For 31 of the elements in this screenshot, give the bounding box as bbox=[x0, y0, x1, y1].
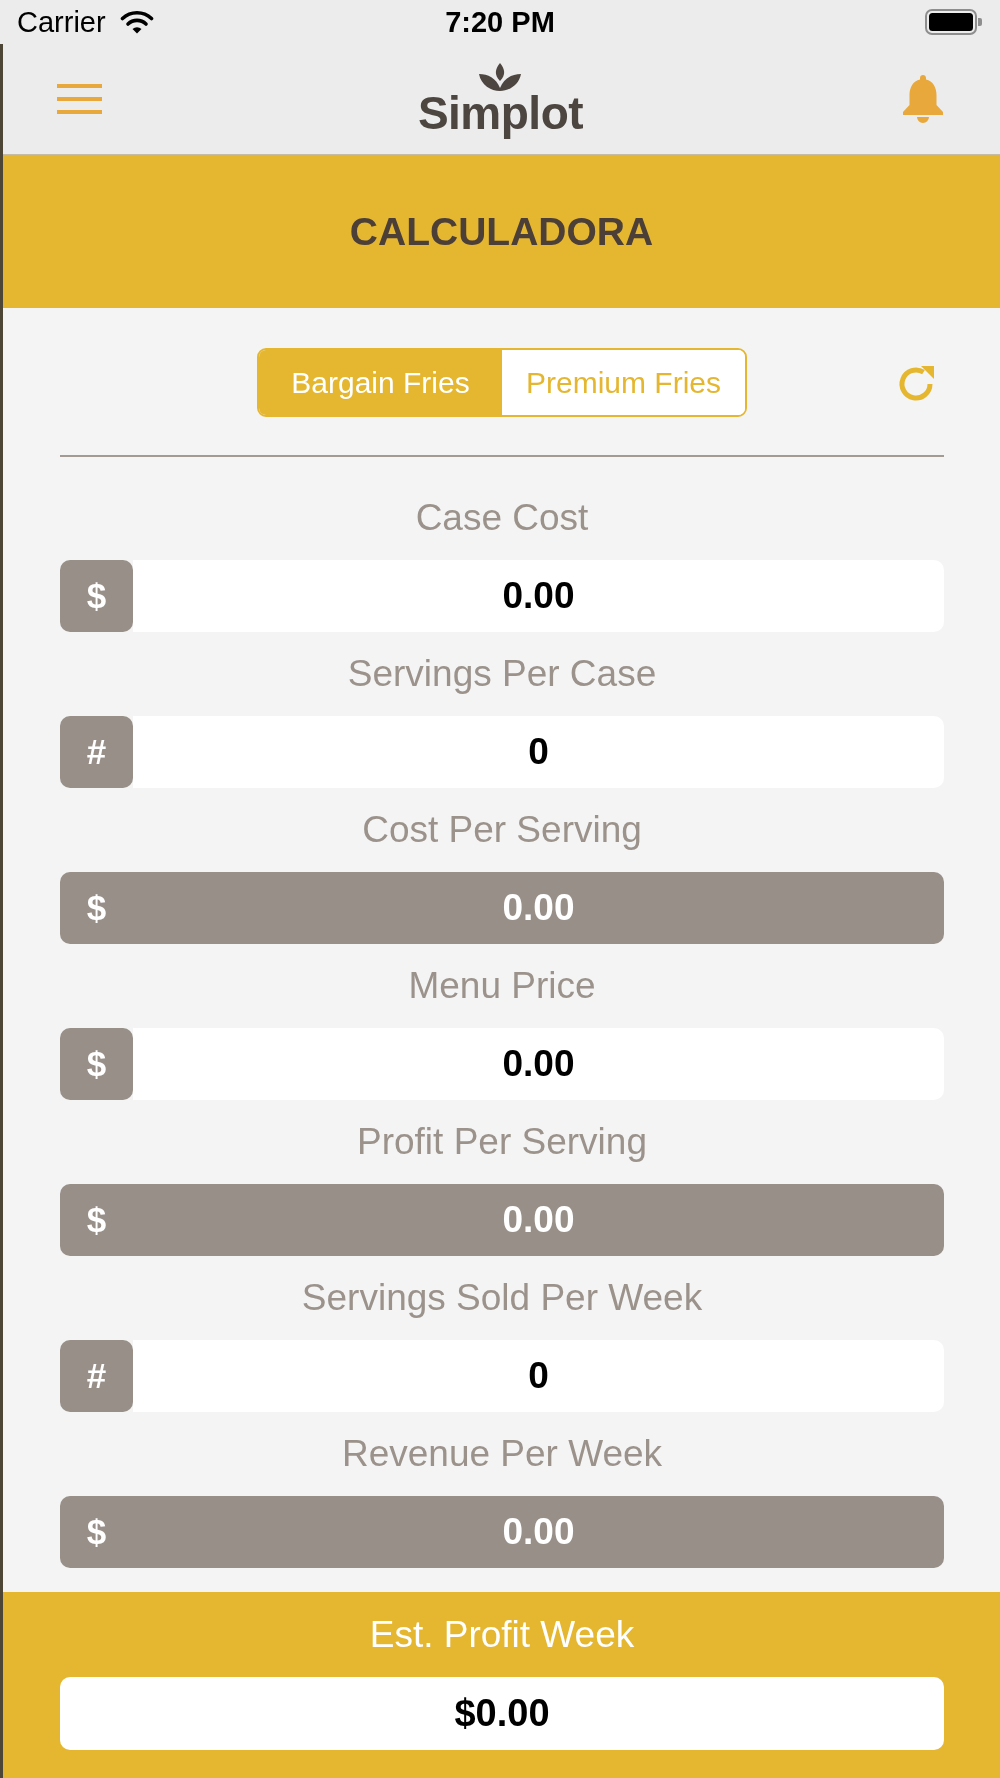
unit-prefix: $ bbox=[60, 1028, 133, 1100]
sprout-icon bbox=[478, 63, 523, 91]
input-field[interactable]: 0 bbox=[133, 1340, 944, 1412]
result-value: 0.00 bbox=[501, 1510, 576, 1554]
page-title: CALCULADORA bbox=[349, 209, 654, 254]
field-label: Case Cost bbox=[415, 497, 589, 539]
menu-icon[interactable] bbox=[57, 84, 102, 114]
total-value: $0.00 bbox=[60, 1677, 944, 1750]
field-label: Profit Per Serving bbox=[357, 1121, 647, 1163]
unit-prefix: $ bbox=[85, 887, 108, 929]
field-label: Servings Sold Per Week bbox=[301, 1277, 703, 1319]
wifi-icon bbox=[119, 10, 154, 34]
field-label: Cost Per Serving bbox=[362, 809, 642, 851]
clock-time: 7:20 PM bbox=[445, 5, 555, 39]
input-field[interactable]: 0.00 bbox=[133, 560, 944, 632]
total-label: Est. Profit Week bbox=[369, 1614, 635, 1656]
result-value: 0.00 bbox=[501, 886, 576, 930]
input-field[interactable]: 0.00 bbox=[133, 1028, 944, 1100]
input-field[interactable]: 0 bbox=[133, 716, 944, 788]
field-label: Menu Price bbox=[408, 965, 596, 1007]
unit-prefix: # bbox=[60, 716, 133, 788]
field-label: Revenue Per Week bbox=[341, 1433, 663, 1475]
carrier-label: Carrier bbox=[17, 5, 106, 39]
unit-prefix: $ bbox=[85, 1511, 108, 1553]
unit-prefix: # bbox=[60, 1340, 133, 1412]
battery-icon bbox=[925, 9, 983, 35]
bell-icon[interactable] bbox=[902, 75, 944, 123]
field-label: Servings Per Case bbox=[347, 653, 657, 695]
result-value: 0.00 bbox=[501, 1198, 576, 1242]
unit-prefix: $ bbox=[85, 1199, 108, 1241]
unit-prefix: $ bbox=[60, 560, 133, 632]
